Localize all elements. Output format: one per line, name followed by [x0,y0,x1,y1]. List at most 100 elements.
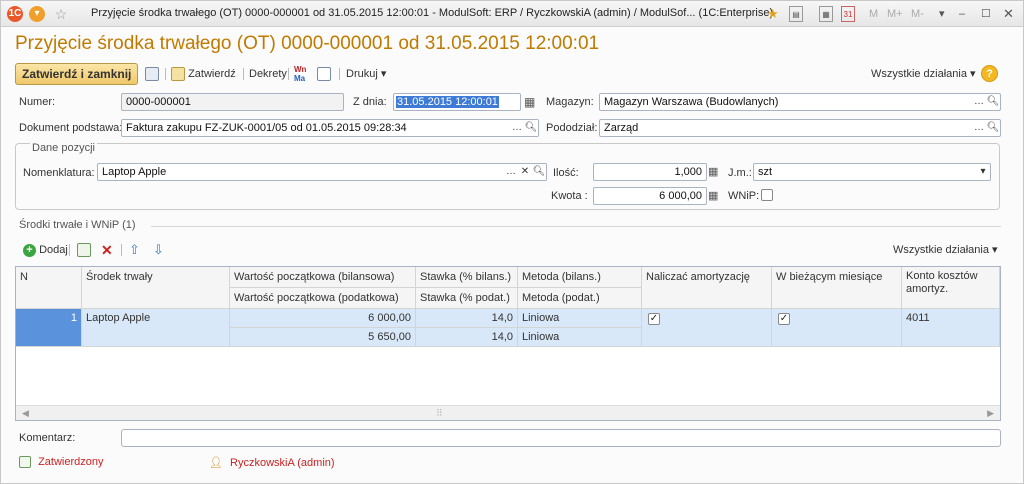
search-icon[interactable]: 🔍︎ [532,164,546,180]
column-header-rate-bal[interactable]: Stawka (% bilans.) [416,267,518,288]
memory-plus-button[interactable]: M+ [887,6,903,22]
unit-select[interactable]: szt ▾ [753,163,991,181]
calculator-icon[interactable]: ▦ [708,187,718,205]
date-field[interactable]: 31.05.2015 12:00:01 [393,93,521,111]
wn-ma-icon[interactable]: Wn Ma [294,65,306,87]
maximize-icon[interactable]: ☐ [981,6,991,22]
division-value: Zarząd [604,122,639,134]
chevron-down-icon[interactable]: ▾ [976,164,990,180]
status-user: 👤︎ RyczkowskiA (admin) [209,456,335,469]
table-cell-current-month[interactable]: ✓ [772,309,902,347]
choose-icon[interactable]: … [972,120,986,136]
position-group-legend: Dane pozycji [30,142,97,154]
move-down-icon[interactable]: ⇩ [153,239,164,261]
dropdown-icon[interactable]: ▾ [939,6,945,22]
minimize-icon[interactable]: – [959,6,965,22]
menu-dropdown-icon[interactable]: ▾ [29,6,45,22]
column-header-depreciate[interactable]: Naliczać amortyzację [642,267,772,309]
grid-toolbar: + Dodaj ✕ ⇧ ⇩ Wszystkie działania ▾ [15,241,1005,259]
base-document-label: Dokument podstawa: [19,122,123,134]
depreciate-checkbox[interactable]: ✓ [648,313,660,325]
window-title: Przyjęcie środka trwałego (OT) 0000-0000… [91,7,774,19]
quantity-field[interactable]: 1,000 [593,163,707,181]
approved-icon [19,456,31,469]
doc-icon[interactable]: ▤ [789,6,803,22]
column-header-method-bal[interactable]: Metoda (bilans.) [518,267,642,288]
table-cell-depreciate[interactable]: ✓ [642,309,772,347]
clear-icon[interactable]: ✕ [518,164,532,180]
current-month-checkbox[interactable]: ✓ [778,313,790,325]
column-header-current-month[interactable]: W bieżącym miesiące [772,267,902,309]
table-cell-cost-account[interactable]: 4011 [902,309,1000,347]
table-cell-asset[interactable]: Laptop Apple [82,309,230,347]
approve-and-close-button[interactable]: Zatwierdź i zamknij [15,63,139,85]
chevron-down-icon: ▾ [992,244,998,256]
save-icon[interactable] [145,63,159,85]
memory-m-button[interactable]: M [869,6,878,22]
unit-label: J.m.: [728,167,752,179]
chevron-down-icon: ▾ [970,68,976,80]
nomenclature-field[interactable]: Laptop Apple … ✕ 🔍︎ [97,163,547,181]
table-cell-value-bal[interactable]: 6 000,00 [230,309,416,328]
scroll-right-icon[interactable]: ▶ [987,408,994,419]
title-bar: 1C ▾ ☆ Przyjęcie środka trwałego (OT) 00… [1,1,1023,27]
nomenclature-value: Laptop Apple [102,166,167,178]
scroll-left-icon[interactable]: ◀ [22,408,29,419]
unit-value: szt [758,166,773,178]
calendar-icon[interactable]: 31 [841,6,855,22]
page-title: Przyjęcie środka trwałego (OT) 0000-0000… [15,33,600,54]
app-logo-icon[interactable]: 1C [7,6,23,22]
delete-icon[interactable]: ✕ [101,239,113,261]
help-icon[interactable]: ? [981,65,998,82]
memory-minus-button[interactable]: M- [911,6,924,22]
document-icon[interactable] [317,63,331,85]
search-icon[interactable]: 🔍︎ [986,120,1000,136]
assets-section-title: Środki trwałe i WNiP (1) [19,219,136,231]
calculator-icon[interactable]: ▦ [708,163,718,181]
favorite-star-icon[interactable]: ☆ [53,6,69,22]
table-cell-rate-tax[interactable]: 14,0 [416,328,518,347]
number-label: Numer: [19,96,56,108]
choose-icon[interactable]: … [504,164,518,180]
grid-all-actions-button[interactable]: Wszystkie działania ▾ [893,239,998,261]
table-cell-value-tax[interactable]: 5 650,00 [230,328,416,347]
close-icon[interactable]: ✕ [1003,6,1014,22]
table-cell-rate-bal[interactable]: 14,0 [416,309,518,328]
copy-row-icon[interactable] [77,239,91,261]
warehouse-field[interactable]: Magazyn Warszawa (Budowlanych) … 🔍︎ [599,93,1001,111]
wnip-label: WNiP: [728,190,760,202]
column-header-value-tax[interactable]: Wartość początkowa (podatkowa) [230,288,416,309]
column-header-n[interactable]: N [16,267,82,309]
column-header-rate-tax[interactable]: Stawka (% podat.) [416,288,518,309]
add-button[interactable]: + Dodaj [23,239,68,261]
print-button[interactable]: Drukuj ▾ [346,63,386,85]
wnip-checkbox[interactable] [761,189,773,201]
column-header-value-bal[interactable]: Wartość początkowa (bilansowa) [230,267,416,288]
search-icon[interactable]: 🔍︎ [524,120,538,136]
postings-button[interactable]: Dekrety [249,63,287,85]
search-icon[interactable]: 🔍︎ [986,94,1000,110]
choose-icon[interactable]: … [972,94,986,110]
scroll-thumb-icon[interactable]: ⠿ [436,408,443,419]
all-actions-button[interactable]: Wszystkie działania ▾ [871,63,976,85]
calendar-picker-icon[interactable]: ▦ [524,93,535,111]
column-header-method-tax[interactable]: Metoda (podat.) [518,288,642,309]
number-field[interactable]: 0000-000001 [121,93,344,111]
assets-table[interactable]: N Środek trwały Wartość początkowa (bila… [15,266,1001,421]
choose-icon[interactable]: … [510,120,524,136]
table-cell-method-tax[interactable]: Liniowa [518,328,642,347]
column-header-asset[interactable]: Środek trwały [82,267,230,309]
approve-button[interactable]: Zatwierdź [171,63,236,85]
column-header-cost-account[interactable]: Konto kosztów amortyz. [902,267,1000,309]
table-cell-method-bal[interactable]: Liniowa [518,309,642,328]
base-document-field[interactable]: Faktura zakupu FZ-ZUK-0001/05 od 01.05.2… [121,119,539,137]
table-cell-n[interactable]: 1 [16,309,82,347]
star-icon[interactable]: ★ [767,6,779,22]
comment-field[interactable] [121,429,1001,447]
calculator-icon[interactable]: ▦ [819,6,833,22]
section-divider [151,226,1001,227]
division-field[interactable]: Zarząd … 🔍︎ [599,119,1001,137]
horizontal-scrollbar[interactable]: ◀ ⠿ ▶ [16,405,1000,420]
amount-field[interactable]: 6 000,00 [593,187,707,205]
move-up-icon[interactable]: ⇧ [129,239,140,261]
